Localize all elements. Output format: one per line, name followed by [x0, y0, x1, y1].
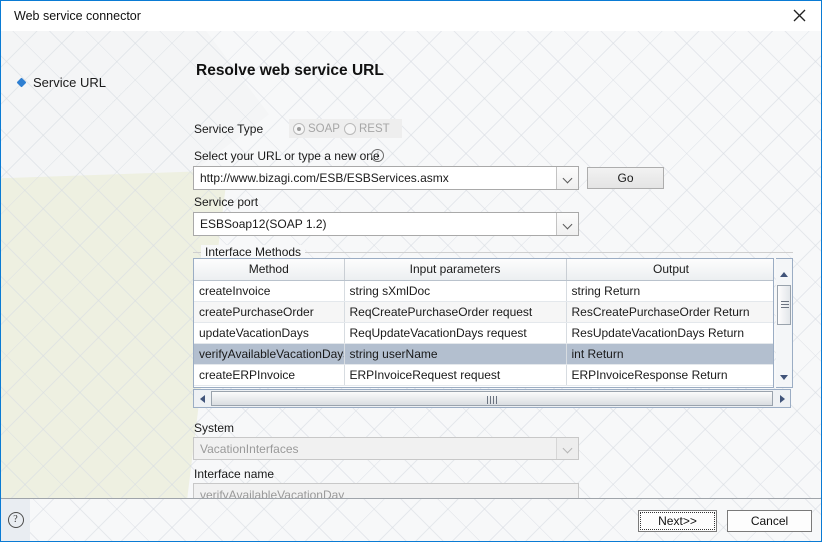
table-row[interactable]: createInvoice string sXmlDoc string Retu… — [194, 280, 773, 302]
table-row[interactable]: createERPInvoice ERPInvoiceRequest reque… — [194, 364, 773, 386]
system-value: VacationInterfaces — [200, 441, 299, 456]
radio-soap-dot — [293, 122, 305, 135]
interface-name-label: Interface name — [194, 467, 275, 481]
radio-rest-dot — [343, 122, 356, 135]
main-panel: Resolve web service URL Service Type SOA… — [191, 31, 821, 498]
info-icon[interactable]: i — [371, 149, 384, 162]
interface-methods-table[interactable]: Method Input parameters Output createInv… — [193, 258, 774, 388]
page-title: Resolve web service URL — [196, 62, 384, 79]
service-type-radio-group: SOAP REST — [289, 119, 402, 138]
service-port-label: Service port — [194, 195, 259, 209]
triangle-right-icon[interactable] — [774, 390, 790, 407]
cell-output: ResUpdateVacationDays Return — [566, 322, 773, 344]
title-bar: Web service connector — [1, 1, 821, 31]
sidebar-item-service-url[interactable]: Service URL — [16, 75, 106, 90]
radio-soap[interactable]: SOAP — [293, 122, 340, 135]
cell-input: string sXmlDoc — [344, 280, 567, 302]
cell-method: createPurchaseOrder — [194, 301, 345, 323]
url-dropdown-arrow[interactable] — [556, 167, 578, 189]
table-row-selected[interactable]: verifyAvailableVacationDays string userN… — [194, 343, 773, 365]
radio-rest-label: REST — [358, 122, 390, 135]
web-service-connector-window: Web service connector Service URL Resolv… — [0, 0, 822, 542]
cell-input: ERPInvoiceRequest request — [344, 364, 567, 386]
table-row[interactable]: updateVacationDays ReqUpdateVacationDays… — [194, 322, 773, 344]
url-combobox[interactable]: http://www.bizagi.com/ESB/ESBServices.as… — [193, 166, 579, 190]
chevron-down-icon — [563, 444, 572, 453]
scroll-grip-icon — [781, 301, 789, 308]
system-label: System — [194, 421, 235, 435]
scroll-grip-icon — [487, 396, 497, 404]
cell-method: createInvoice — [194, 280, 345, 302]
next-button[interactable]: Next>> — [638, 510, 717, 532]
sidebar-item-label: Service URL — [33, 75, 106, 90]
horizontal-scroll-track[interactable] — [210, 390, 774, 407]
url-label: Select your URL or type a new one — [194, 149, 380, 163]
chevron-down-icon — [563, 174, 572, 183]
go-button[interactable]: Go — [587, 167, 664, 189]
horizontal-scroll-thumb[interactable] — [211, 391, 773, 406]
chevron-down-icon — [563, 220, 572, 229]
service-port-value: ESBSoap12(SOAP 1.2) — [200, 217, 327, 231]
column-header-output[interactable]: Output — [566, 259, 773, 281]
cell-output: ResCreatePurchaseOrder Return — [566, 301, 773, 323]
cell-output: int Return — [566, 343, 773, 365]
cell-output: string Return — [566, 280, 773, 302]
help-icon[interactable]: ? — [1, 499, 30, 541]
cell-input: ReqCreatePurchaseOrder request — [344, 301, 567, 323]
diamond-bullet-icon — [16, 77, 27, 88]
triangle-down-icon[interactable] — [776, 370, 791, 385]
service-type-label: Service Type — [194, 122, 264, 136]
service-port-combobox[interactable]: ESBSoap12(SOAP 1.2) — [193, 212, 579, 236]
table-horizontal-scrollbar[interactable] — [193, 389, 791, 408]
cell-input: string userName — [344, 343, 567, 365]
cell-method: updateVacationDays — [194, 322, 345, 344]
service-port-dropdown-arrow[interactable] — [556, 213, 578, 235]
window-title: Web service connector — [14, 9, 141, 23]
cell-output: ERPInvoiceResponse Return — [566, 364, 773, 386]
interface-name-input: verifyAvailableVacationDay — [193, 483, 579, 498]
dialog-body: Service URL Resolve web service URL Serv… — [1, 31, 821, 498]
cell-input: ReqUpdateVacationDays request — [344, 322, 567, 344]
url-input[interactable]: http://www.bizagi.com/ESB/ESBServices.as… — [194, 171, 556, 185]
triangle-up-icon[interactable] — [776, 267, 791, 282]
radio-rest[interactable]: REST — [343, 122, 390, 135]
system-dropdown-arrow — [556, 438, 578, 459]
radio-soap-label: SOAP — [308, 122, 340, 135]
column-header-method[interactable]: Method — [194, 259, 345, 281]
table-header-row: Method Input parameters Output — [194, 259, 773, 281]
table-row[interactable]: createPurchaseOrder ReqCreatePurchaseOrd… — [194, 301, 773, 323]
cancel-button[interactable]: Cancel — [727, 510, 812, 532]
interface-methods-group: Interface Methods Method Input parameter… — [193, 245, 793, 408]
close-icon[interactable] — [777, 1, 821, 30]
vertical-scroll-thumb[interactable] — [777, 285, 791, 325]
column-header-input[interactable]: Input parameters — [344, 259, 567, 281]
interface-methods-legend: Interface Methods — [201, 245, 306, 259]
triangle-left-icon[interactable] — [194, 390, 210, 407]
system-combobox: VacationInterfaces — [193, 437, 579, 460]
table-vertical-scrollbar[interactable] — [776, 258, 793, 388]
wizard-sidebar: Service URL — [1, 31, 191, 498]
cell-method: createERPInvoice — [194, 364, 345, 386]
dialog-footer: ? Next>> Cancel — [1, 498, 821, 541]
cell-method: verifyAvailableVacationDays — [194, 343, 345, 365]
